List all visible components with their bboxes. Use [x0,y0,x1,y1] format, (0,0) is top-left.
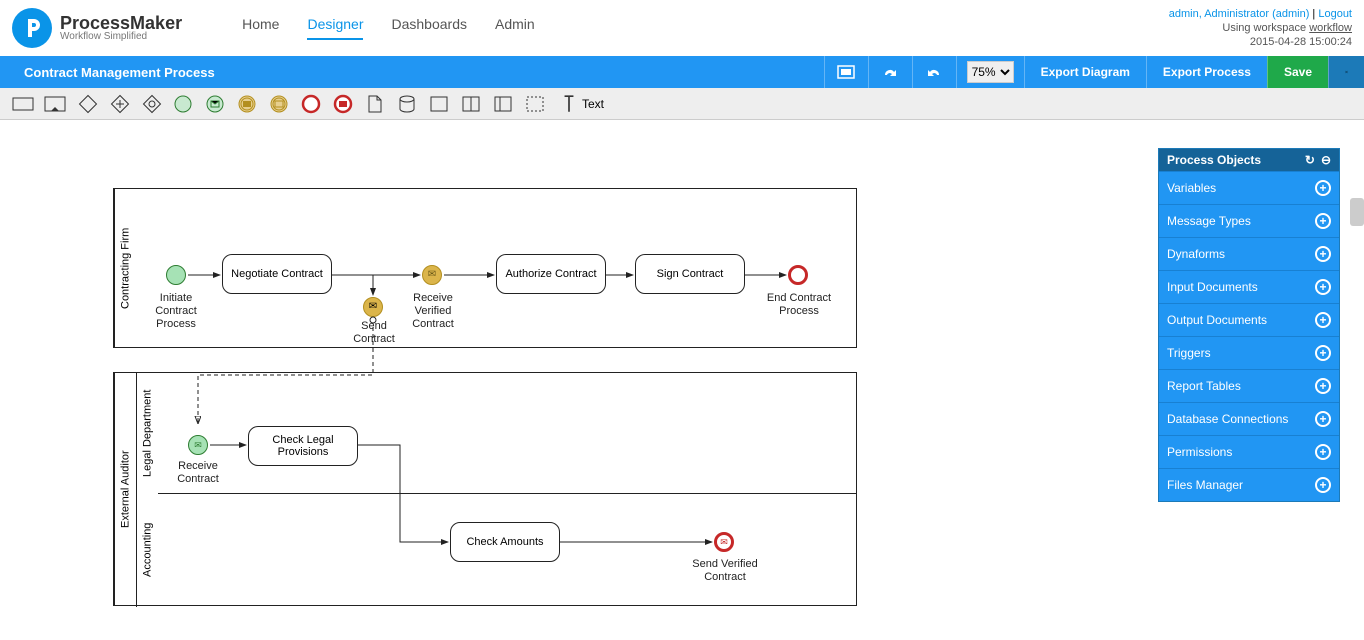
add-icon[interactable]: + [1315,477,1331,493]
receive-verified-event[interactable]: ✉ [422,265,442,285]
panel-item-permissions[interactable]: Permissions+ [1159,435,1339,468]
workspace-name[interactable]: workflow [1309,22,1352,34]
export-process-button[interactable]: Export Process [1146,56,1267,88]
topbar: ProcessMaker Workflow Simplified Home De… [0,0,1364,56]
pool-label-contracting: Contracting Firm [114,189,136,347]
label-send-contract: Send Contract [350,320,398,346]
add-icon[interactable]: + [1315,180,1331,196]
add-icon[interactable]: + [1315,378,1331,394]
label-end: End Contract Process [766,292,832,318]
add-icon[interactable]: + [1315,213,1331,229]
collapse-icon[interactable]: ⊖ [1321,153,1331,167]
undo-button[interactable] [912,56,956,88]
label-receive-verified: Receive Verified Contract [405,292,461,332]
refresh-icon[interactable]: ↻ [1305,153,1315,167]
panel-item-input-documents[interactable]: Input Documents+ [1159,270,1339,303]
label-initiate: Initiate Contract Process [148,292,204,332]
start-event[interactable] [166,265,186,285]
main-nav: Home Designer Dashboards Admin [242,16,535,40]
add-icon[interactable]: + [1315,345,1331,361]
process-title: Contract Management Process [0,65,215,80]
panel-item-output-documents[interactable]: Output Documents+ [1159,303,1339,336]
intermediate-throw-tool[interactable] [234,93,260,115]
panel-item-database-connections[interactable]: Database Connections+ [1159,402,1339,435]
panel-item-dynaforms[interactable]: Dynaforms+ [1159,237,1339,270]
receive-contract-event[interactable]: ✉ [188,435,208,455]
panel-header: Process Objects ↻ ⊖ [1159,149,1339,171]
text-tool[interactable]: Text [554,93,608,115]
label-send-verified: Send Verified Contract [690,558,760,584]
user-link[interactable]: admin, Administrator (admin) [1169,8,1310,20]
intermediate-catch-tool[interactable] [266,93,292,115]
panel-item-message-types[interactable]: Message Types+ [1159,204,1339,237]
lane-accounting: Accounting [136,493,158,607]
timestamp: 2015-04-28 15:00:24 [1169,36,1352,48]
start-message-tool[interactable] [202,93,228,115]
split-h-tool[interactable] [490,93,516,115]
task-authorize[interactable]: Authorize Contract [496,254,606,294]
nav-designer[interactable]: Designer [307,16,363,40]
add-icon[interactable]: + [1315,411,1331,427]
process-objects-panel: Process Objects ↻ ⊖ Variables+ Message T… [1158,148,1340,502]
fullscreen-button[interactable] [824,56,868,88]
task-check-legal[interactable]: Check Legal Provisions [248,426,358,466]
user-info: admin, Administrator (admin) | Logout Us… [1169,8,1352,48]
add-icon[interactable]: + [1315,312,1331,328]
logo-title: ProcessMaker [60,14,182,32]
panel-item-files-manager[interactable]: Files Manager+ [1159,468,1339,501]
close-button[interactable] [1328,56,1364,88]
panel-item-report-tables[interactable]: Report Tables+ [1159,369,1339,402]
select-tool[interactable] [522,93,548,115]
task-check-amounts[interactable]: Check Amounts [450,522,560,562]
gateway-tool[interactable] [74,93,100,115]
end-message-tool[interactable] [330,93,356,115]
process-bar: Contract Management Process 75% Export D… [0,56,1364,88]
logout-link[interactable]: Logout [1318,8,1352,20]
rect-tool[interactable] [426,93,452,115]
task-sign[interactable]: Sign Contract [635,254,745,294]
bpmn-toolbar: Text [0,88,1364,120]
send-contract-event[interactable]: ✉ [363,297,383,317]
logo: ProcessMaker Workflow Simplified [12,8,182,48]
pool-label-auditor: External Auditor [114,373,136,605]
document-tool[interactable] [362,93,388,115]
label-receive-contract: Receive Contract [170,460,226,486]
zoom-select-wrap: 75% [956,56,1024,88]
panel-item-triggers[interactable]: Triggers+ [1159,336,1339,369]
add-icon[interactable]: + [1315,279,1331,295]
panel-item-variables[interactable]: Variables+ [1159,171,1339,204]
pool-tool[interactable] [10,93,36,115]
lane-tool[interactable] [42,93,68,115]
zoom-select[interactable]: 75% [967,61,1014,83]
gateway-plus-tool[interactable] [106,93,132,115]
nav-dashboards[interactable]: Dashboards [391,16,467,40]
logo-subtitle: Workflow Simplified [60,32,182,42]
redo-button[interactable] [868,56,912,88]
gateway-circle-tool[interactable] [138,93,164,115]
nav-admin[interactable]: Admin [495,16,535,40]
split-v-tool[interactable] [458,93,484,115]
end-event[interactable] [788,265,808,285]
add-icon[interactable]: + [1315,246,1331,262]
start-event-tool[interactable] [170,93,196,115]
logo-icon [12,8,52,48]
save-button[interactable]: Save [1267,56,1328,88]
scrollbar-thumb[interactable] [1350,198,1364,226]
add-icon[interactable]: + [1315,444,1331,460]
nav-home[interactable]: Home [242,16,279,40]
lane-legal: Legal Department [136,373,158,493]
task-negotiate[interactable]: Negotiate Contract [222,254,332,294]
export-diagram-button[interactable]: Export Diagram [1024,56,1146,88]
end-event-tool[interactable] [298,93,324,115]
database-tool[interactable] [394,93,420,115]
send-verified-event[interactable]: ✉ [714,532,734,552]
